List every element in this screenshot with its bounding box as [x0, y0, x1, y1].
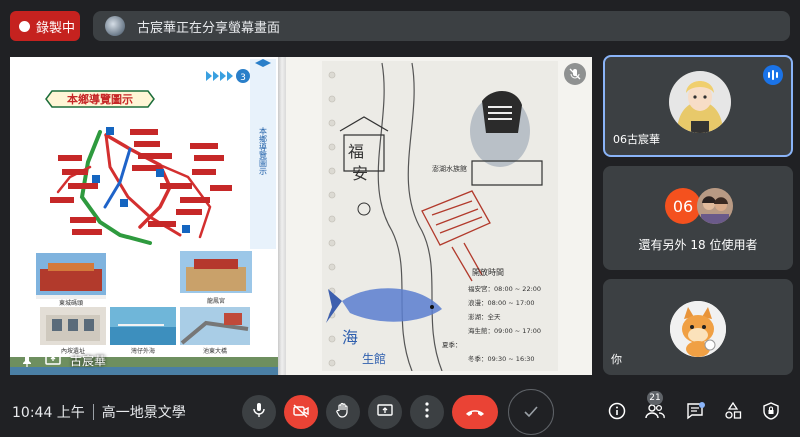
camera-off-icon	[293, 403, 309, 422]
recording-indicator[interactable]: 錄製中	[10, 11, 80, 41]
people-count-badge: 21	[647, 391, 663, 405]
brochure-page: 3 本鄉導覽圖示 本鄉導覽圖示 東城碼頭 龍鳳宮 內垵遺址 灣仔外海 池東大橋	[10, 57, 278, 375]
confirm-button[interactable]	[508, 389, 554, 435]
svg-text:東城碼頭: 東城碼頭	[59, 299, 83, 307]
svg-text:龍鳳宮: 龍鳳宮	[207, 297, 225, 305]
record-dot-icon	[19, 20, 30, 32]
participant-tile-others[interactable]: 06 還有另外 18 位使用者	[603, 166, 793, 270]
pin-icon[interactable]	[18, 351, 36, 369]
hand-icon	[336, 402, 350, 422]
more-options-button[interactable]	[410, 395, 444, 429]
clock-time: 10:44 上午	[12, 405, 85, 421]
sketch-paper: 福 安 澎湖水族館 開放時間 福安宮：08:00 ~ 22:00 浪漫：08:0…	[322, 61, 558, 372]
mic-off-icon	[564, 63, 586, 85]
activities-button[interactable]	[721, 401, 745, 425]
sketch-label-life: 生館	[362, 351, 386, 366]
sketch-hours-line: 海生館：09:00 ~ 17:00	[468, 326, 541, 335]
presenter-tag: 古宸華	[18, 351, 106, 369]
present-button[interactable]	[368, 395, 402, 429]
sketch-hours-line: 夏季：	[442, 340, 462, 349]
participant-tile-main[interactable]: 06古宸華	[603, 55, 793, 157]
meeting-info: 10:44 上午 高一地景文學	[12, 402, 186, 422]
recording-label: 錄製中	[36, 20, 76, 36]
sketch-label-fu: 福	[348, 142, 364, 161]
hang-up-icon	[465, 403, 485, 422]
leave-call-button[interactable]	[452, 395, 498, 429]
present-screen-icon	[377, 403, 393, 422]
brochure-map-image: 3 本鄉導覽圖示 本鄉導覽圖示 東城碼頭 龍鳳宮 內垵遺址 灣仔外海 池東大橋	[10, 57, 278, 375]
presenter-name: 古宸華	[70, 353, 107, 368]
camera-button[interactable]	[284, 395, 318, 429]
participant-name: 06古宸華	[613, 133, 660, 146]
checkmark-icon	[524, 403, 538, 422]
meeting-name: 高一地景文學	[101, 405, 186, 421]
raise-hand-button[interactable]	[326, 395, 360, 429]
brochure-title: 本鄉導覽圖示	[45, 90, 155, 108]
svg-text:本鄉導覽圖示: 本鄉導覽圖示	[67, 92, 133, 106]
svg-text:3: 3	[240, 73, 246, 83]
sketch-hours-title: 開放時間	[472, 267, 504, 277]
unread-dot-icon	[699, 402, 705, 408]
others-count-label: 還有另外 18 位使用者	[638, 238, 758, 252]
hand-drawn-map-image: 福 安 澎湖水族館 開放時間 福安宮：08:00 ~ 22:00 浪漫：08:0…	[322, 61, 558, 372]
sketch-hours-line: 冬季：09:30 ~ 16:30	[468, 354, 535, 363]
sketch-hours-line: 浪漫：08:00 ~ 17:00	[468, 298, 535, 307]
brochure-side-title: 本鄉導覽圖示	[259, 126, 268, 175]
presenter-avatar	[105, 16, 125, 36]
mic-icon	[252, 402, 266, 422]
sketch-label-an: 安	[352, 164, 368, 183]
sketch-page: 福 安 澎湖水族館 開放時間 福安宮：08:00 ~ 22:00 浪漫：08:0…	[286, 57, 592, 375]
shield-lock-icon	[763, 402, 779, 424]
mic-button[interactable]	[242, 395, 276, 429]
shapes-icon	[724, 401, 742, 424]
sketch-hours-line: 澎湖：全天	[468, 312, 501, 321]
page-divider	[278, 57, 286, 375]
svg-text:灣仔外海: 灣仔外海	[131, 347, 155, 355]
more-vert-icon	[425, 402, 429, 422]
divider	[92, 404, 94, 420]
avatar	[670, 301, 726, 357]
present-screen-icon[interactable]	[44, 351, 62, 369]
sketch-label-park: 澎湖水族館	[432, 164, 467, 173]
avatar	[697, 188, 733, 224]
host-controls-button[interactable]	[759, 401, 783, 425]
svg-text:池東大橋: 池東大橋	[203, 347, 227, 355]
speaking-indicator-icon	[763, 65, 783, 85]
people-icon	[645, 403, 665, 423]
participant-tile-self[interactable]: 你	[603, 279, 793, 375]
share-banner-text: 古宸華正在分享螢幕畫面	[137, 20, 281, 36]
screen-share-banner: 古宸華正在分享螢幕畫面	[93, 11, 790, 41]
shared-screen[interactable]: 3 本鄉導覽圖示 本鄉導覽圖示 東城碼頭 龍鳳宮 內垵遺址 灣仔外海 池東大橋 …	[10, 57, 592, 375]
avatar	[669, 71, 731, 133]
meeting-details-button[interactable]	[605, 401, 629, 425]
sketch-hours-line: 福安宮：08:00 ~ 22:00	[468, 284, 541, 293]
participant-count-avatar: 06	[665, 188, 701, 224]
participant-name: 你	[611, 353, 622, 366]
meet-window: 錄製中 古宸華正在分享螢幕畫面 3 本鄉導覽圖示 本鄉導覽圖示 東城碼頭 龍鳳宮…	[0, 0, 800, 437]
info-icon	[608, 402, 626, 424]
sketch-label-sea: 海	[342, 328, 358, 347]
